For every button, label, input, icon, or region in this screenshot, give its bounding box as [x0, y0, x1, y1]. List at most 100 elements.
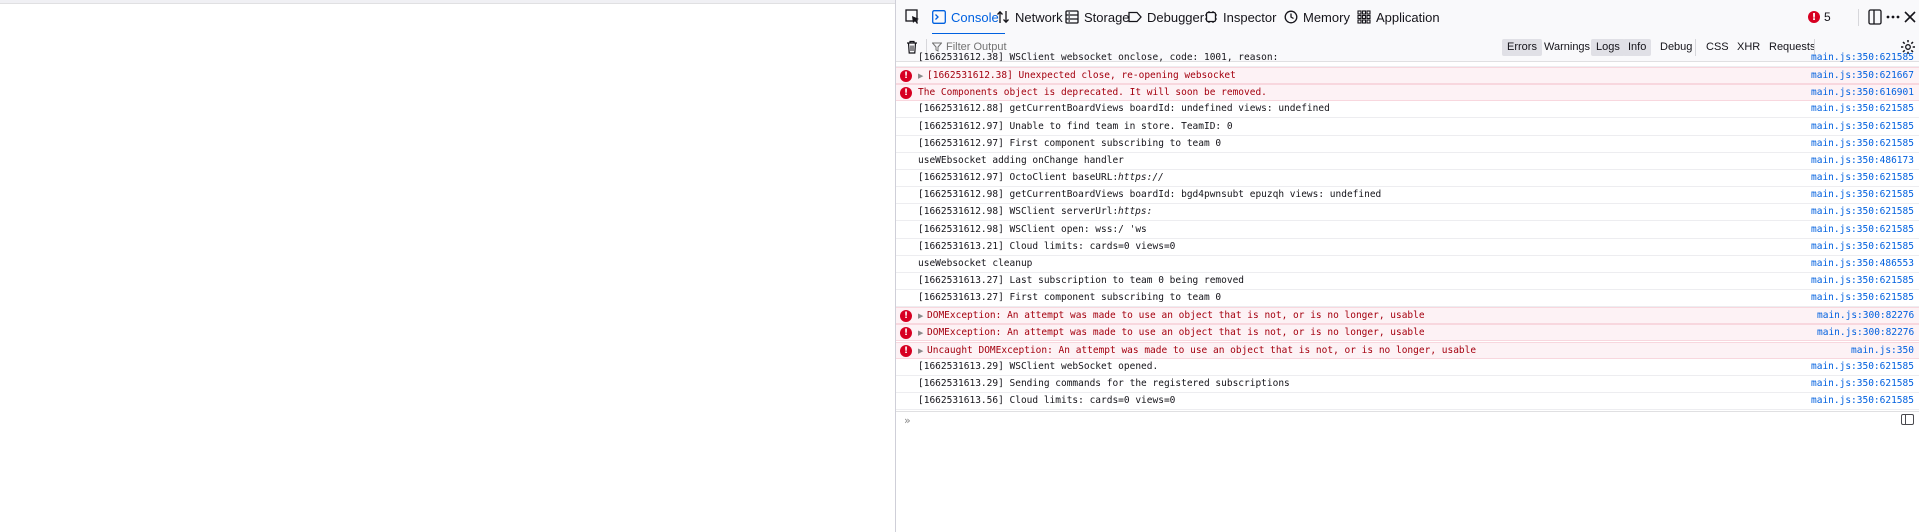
- console-error-row[interactable]: ! ▶ DOMException: An attempt was made to u…: [896, 307, 1919, 325]
- source-link[interactable]: main.js:350:621585: [1811, 119, 1914, 135]
- close-icon[interactable]: [1901, 8, 1919, 26]
- console-error-row[interactable]: ! The Components object is deprecated. It…: [896, 84, 1919, 102]
- more-options-icon[interactable]: [1884, 8, 1902, 26]
- console-log-row[interactable]: [1662531613.29] Sending commands for the…: [896, 376, 1919, 393]
- editor-mode-icon[interactable]: [1901, 414, 1914, 425]
- page-viewport: [0, 4, 895, 532]
- console-log-row[interactable]: [1662531612.88] getCurrentBoardViews boa…: [896, 101, 1919, 119]
- source-link[interactable]: main.js:350:486173: [1811, 153, 1914, 169]
- console-message: useWEbsocket adding onChange handler: [918, 154, 1124, 166]
- devtools-panel: Console Network Storage Debugger Inspect…: [895, 0, 1919, 532]
- tab-network-label: Network: [1015, 9, 1063, 25]
- console-log-row[interactable]: [1662531612.97] OctoClient baseURL: http…: [896, 170, 1919, 188]
- prompt-chevron-icon: »: [904, 414, 911, 427]
- debugger-icon: [1128, 11, 1142, 23]
- tab-application-label: Application: [1376, 9, 1440, 25]
- source-link[interactable]: main.js:350:621585: [1811, 101, 1914, 117]
- source-link[interactable]: main.js:350: [1851, 343, 1914, 359]
- console-message: [1662531613.29] WSClient webSocket opene…: [918, 360, 1159, 372]
- element-picker-icon[interactable]: [904, 8, 922, 26]
- console-log-row[interactable]: useWEbsocket adding onChange handler main…: [896, 153, 1919, 170]
- tab-console-label: Console: [951, 9, 999, 25]
- console-message: The Components object is deprecated. It …: [918, 87, 1267, 99]
- console-error-row[interactable]: ! ▶ [1662531612.38] Unexpected close, re-o…: [896, 67, 1919, 85]
- console-message-link: https:: [1118, 206, 1153, 218]
- tab-network[interactable]: Network: [996, 0, 1063, 34]
- error-icon: !: [900, 344, 912, 357]
- console-log-row[interactable]: [1662531612.38] WSClient websocket onclo…: [896, 50, 1919, 67]
- console-message: [1662531613.56] Cloud limits: cards=0 vi…: [918, 395, 1176, 406]
- source-link[interactable]: main.js:300:82276: [1817, 308, 1914, 324]
- source-link[interactable]: main.js:350:621585: [1811, 136, 1914, 152]
- tab-application[interactable]: Application: [1357, 0, 1440, 34]
- console-message: [1662531612.97] First component subscrib…: [918, 137, 1222, 149]
- console-message: [1662531613.29] Sending commands for the…: [918, 377, 1290, 389]
- console-message: [1662531612.98] WSClient serverUrl:: [918, 206, 1119, 218]
- source-link[interactable]: main.js:350:616901: [1811, 85, 1914, 101]
- console-message: [1662531612.88] getCurrentBoardViews boa…: [918, 103, 1330, 115]
- console-log-row[interactable]: [1662531612.98] WSClient serverUrl: http…: [896, 204, 1919, 222]
- console-error-row[interactable]: ! ▶ DOMException: An attempt was made to u…: [896, 324, 1919, 342]
- source-link[interactable]: main.js:350:621585: [1811, 376, 1914, 392]
- console-log-row[interactable]: [1662531612.98] WSClient open: wss:/ 'ws…: [896, 222, 1919, 239]
- error-count: 5: [1824, 10, 1831, 24]
- source-link[interactable]: main.js:350:621667: [1811, 68, 1914, 84]
- expand-arrow-icon[interactable]: ▶: [918, 325, 926, 341]
- storage-icon: [1065, 10, 1079, 24]
- tab-memory[interactable]: Memory: [1284, 0, 1350, 34]
- console-message: [1662531612.97] OctoClient baseURL:: [918, 172, 1119, 184]
- console-message: [1662531612.97] Unable to find team in s…: [918, 120, 1233, 132]
- error-icon: !: [900, 310, 912, 323]
- console-message: [1662531613.27] Last subscription to tea…: [918, 274, 1245, 286]
- console-input[interactable]: »: [896, 411, 1919, 430]
- source-link[interactable]: main.js:350:486553: [1811, 256, 1914, 272]
- expand-arrow-icon[interactable]: ▶: [918, 343, 926, 359]
- error-icon: !: [1808, 11, 1820, 23]
- source-link[interactable]: main.js:350:621585: [1811, 393, 1914, 409]
- source-link[interactable]: main.js:350:621585: [1811, 204, 1914, 220]
- memory-icon: [1284, 10, 1298, 24]
- tab-inspector[interactable]: Inspector: [1204, 0, 1276, 34]
- expand-arrow-icon[interactable]: ▶: [918, 308, 926, 324]
- inspector-icon: [1205, 11, 1217, 23]
- console-message: [1662531612.98] WSClient open: wss:/ 'ws: [918, 223, 1147, 235]
- tab-debugger[interactable]: Debugger: [1128, 0, 1204, 34]
- source-link[interactable]: main.js:350:621585: [1811, 170, 1914, 186]
- error-icon: !: [900, 70, 912, 83]
- application-icon: [1357, 10, 1371, 24]
- expand-arrow-icon[interactable]: ▶: [918, 68, 926, 84]
- console-log-row[interactable]: [1662531612.98] getCurrentBoardViews boa…: [896, 187, 1919, 205]
- dock-side-icon[interactable]: [1866, 8, 1884, 26]
- console-log-row[interactable]: [1662531613.27] Last subscription to tea…: [896, 273, 1919, 290]
- console-message: Uncaught DOMException: An attempt was ma…: [927, 344, 1477, 356]
- error-icon: !: [900, 327, 912, 340]
- console-log-row[interactable]: [1662531613.21] Cloud limits: cards=0 vi…: [896, 239, 1919, 256]
- tab-storage[interactable]: Storage: [1065, 0, 1130, 34]
- tab-storage-label: Storage: [1084, 9, 1130, 25]
- console-log-row[interactable]: [1662531612.97] First component subscrib…: [896, 136, 1919, 153]
- source-link[interactable]: main.js:350:621585: [1811, 273, 1914, 289]
- console-message: DOMException: An attempt was made to use…: [927, 310, 1425, 322]
- tab-inspector-label: Inspector: [1223, 9, 1277, 25]
- console-message: [1662531612.38] Unexpected close, re-ope…: [927, 70, 1236, 82]
- tab-memory-label: Memory: [1303, 9, 1350, 25]
- console-icon: [932, 10, 946, 24]
- console-log-row[interactable]: [1662531613.56] Cloud limits: cards=0 vi…: [896, 393, 1919, 410]
- console-log-row[interactable]: useWebsocket cleanup main.js:350:486553: [896, 256, 1919, 273]
- console-message-link: https://: [1118, 172, 1164, 184]
- tabbar-divider: [1858, 9, 1859, 26]
- source-link[interactable]: main.js:300:82276: [1817, 325, 1914, 341]
- console-error-row[interactable]: ! ▶ Uncaught DOMException: An attempt was …: [896, 341, 1919, 359]
- source-link[interactable]: main.js:350:621585: [1811, 239, 1914, 255]
- tab-console[interactable]: Console: [932, 0, 1005, 35]
- devtools-tabbar: Console Network Storage Debugger Inspect…: [896, 0, 1919, 35]
- source-link[interactable]: main.js:350:621585: [1811, 290, 1914, 306]
- error-count-badge[interactable]: ! 5: [1808, 9, 1831, 25]
- console-log-row[interactable]: [1662531613.27] First component subscrib…: [896, 290, 1919, 308]
- source-link[interactable]: main.js:350:621585: [1811, 50, 1914, 66]
- console-log-row[interactable]: [1662531612.97] Unable to find team in s…: [896, 119, 1919, 136]
- source-link[interactable]: main.js:350:621585: [1811, 187, 1914, 203]
- source-link[interactable]: main.js:350:621585: [1811, 359, 1914, 375]
- console-log-row[interactable]: [1662531613.29] WSClient webSocket opene…: [896, 359, 1919, 376]
- source-link[interactable]: main.js:350:621585: [1811, 222, 1914, 238]
